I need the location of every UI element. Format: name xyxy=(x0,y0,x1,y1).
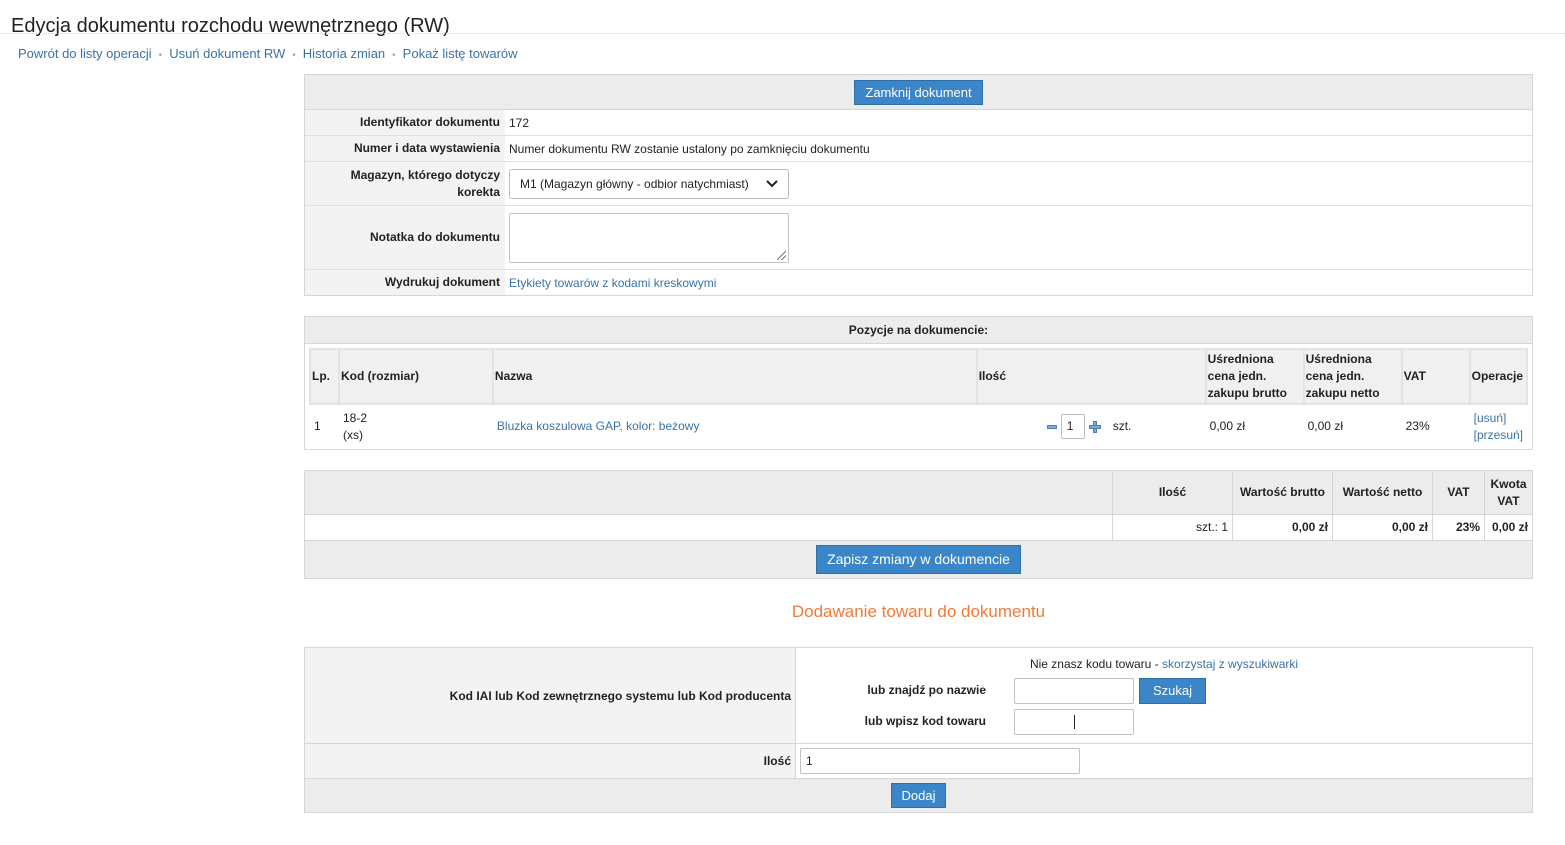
find-by-name-label: lub znajdź po nazwie xyxy=(867,683,986,697)
totals-net-header: Wartość netto xyxy=(1332,471,1432,514)
quantity-stepper: 1 szt. xyxy=(1046,414,1132,439)
col-avg-net: Uśredniona cena jedn. zakupu netto xyxy=(1302,348,1403,405)
document-number-value: Numer dokumentu RW zostanie ustalony po … xyxy=(509,141,870,156)
totals-qty: szt.: 1 xyxy=(1112,515,1232,540)
search-engine-link[interactable]: skorzystaj z wyszukiwarki xyxy=(1162,657,1298,671)
document-number-label: Numer i data wystawienia xyxy=(305,136,505,161)
items-table: Lp. Kod (rozmiar) Nazwa Ilość Uśredniona… xyxy=(309,348,1529,448)
row-lp: 1 xyxy=(314,419,321,433)
close-document-button[interactable]: Zamknij dokument xyxy=(854,80,983,105)
row-vat: 23% xyxy=(1405,419,1430,433)
save-changes-button[interactable]: Zapisz zmiany w dokumencie xyxy=(816,545,1021,574)
plus-icon[interactable] xyxy=(1088,420,1101,433)
print-row: Wydrukuj dokument Etykiety towarów z kod… xyxy=(305,270,1532,295)
col-avg-gross: Uśredniona cena jedn. zakupu brutto xyxy=(1204,348,1305,405)
totals-gross-header: Wartość brutto xyxy=(1232,471,1332,514)
document-id-row: Identyfikator dokumentu 172 xyxy=(305,110,1532,136)
search-button[interactable]: Szukaj xyxy=(1139,678,1206,704)
note-label: Notatka do dokumentu xyxy=(305,206,505,269)
warehouse-label: Magazyn, którego dotyczy korekta xyxy=(305,162,505,205)
col-code: Kod (rozmiar) xyxy=(337,348,494,405)
row-avg-gross: 0,00 zł xyxy=(1209,419,1245,433)
enter-code-label: lub wpisz kod towaru xyxy=(864,714,986,728)
barcode-labels-link[interactable]: Etykiety towarów z kodami kreskowymi xyxy=(509,276,716,290)
page-title: Edycja dokumentu rozchodu wewnętrznego (… xyxy=(11,15,450,38)
row-avg-net: 0,00 zł xyxy=(1307,419,1343,433)
note-row: Notatka do dokumentu xyxy=(305,206,1532,270)
quantity-input[interactable]: 1 xyxy=(1060,414,1085,439)
delete-rw-link[interactable]: Usuń dokument RW xyxy=(169,46,285,61)
totals-vat-amount: 0,00 zł xyxy=(1484,515,1532,540)
move-item-link[interactable]: [przesuń] xyxy=(1474,428,1523,442)
col-operations: Operacje xyxy=(1468,348,1529,405)
add-button[interactable]: Dodaj xyxy=(890,783,947,808)
totals-vat-amount-header: Kwota VAT xyxy=(1484,471,1532,514)
add-qty-input[interactable]: 1 xyxy=(800,748,1080,774)
minus-icon[interactable] xyxy=(1046,424,1057,429)
col-vat: VAT xyxy=(1400,348,1471,405)
back-to-operations-link[interactable]: Powrót do listy operacji xyxy=(18,46,152,61)
document-form-panel: Zamknij dokument Identyfikator dokumentu… xyxy=(304,74,1533,296)
note-textarea[interactable] xyxy=(509,212,789,263)
table-row: 1 18-2 (xs) Bluzka koszulowa GAP, kolor:… xyxy=(310,404,1527,448)
text-cursor xyxy=(1074,715,1075,729)
find-by-name-input[interactable] xyxy=(1014,678,1134,704)
add-product-title: Dodawanie towaru do dokumentu xyxy=(791,602,1046,621)
chevron-down-icon xyxy=(766,179,778,187)
totals-qty-header: Ilość xyxy=(1112,471,1232,514)
row-code: 18-2 xyxy=(342,410,368,425)
product-name-link[interactable]: Bluzka koszulowa GAP, kolor: beżowy xyxy=(497,419,700,433)
title-divider xyxy=(0,33,1565,34)
add-qty-label: Ilość xyxy=(305,744,796,778)
product-code-input[interactable] xyxy=(1014,709,1134,735)
document-number-row: Numer i data wystawienia Numer dokumentu… xyxy=(305,136,1532,162)
warehouse-select-value: M1 (Magazyn główny - odbior natychmiast) xyxy=(520,176,749,191)
resize-grip-icon[interactable] xyxy=(777,250,786,260)
hint-text: Nie znasz kodu towaru - xyxy=(1029,657,1163,671)
row-size: (xs) xyxy=(342,427,363,442)
unit-label: szt. xyxy=(1112,419,1132,433)
warehouse-row: Magazyn, którego dotyczy korekta M1 (Mag… xyxy=(305,162,1532,206)
col-qty: Ilość xyxy=(975,348,1207,405)
add-product-panel: Kod IAI lub Kod zewnętrznego systemu lub… xyxy=(304,647,1533,813)
breadcrumb-nav: Powrót do listy operacji • Usuń dokument R… xyxy=(18,46,518,61)
totals-gross: 0,00 zł xyxy=(1232,515,1332,540)
print-label: Wydrukuj dokument xyxy=(305,270,505,295)
document-items-panel: Pozycje na dokumencie: Lp. Kod (rozmiar)… xyxy=(304,316,1533,450)
col-name: Nazwa xyxy=(491,348,978,405)
totals-vat: 23% xyxy=(1432,515,1484,540)
delete-item-link[interactable]: [usuń] xyxy=(1474,411,1507,425)
document-id-value: 172 xyxy=(509,115,530,130)
totals-net: 0,00 zł xyxy=(1332,515,1432,540)
items-title: Pozycje na dokumencie: xyxy=(305,317,1532,344)
totals-vat-header: VAT xyxy=(1432,471,1484,514)
product-code-label: Kod IAI lub Kod zewnętrznego systemu lub… xyxy=(305,648,796,743)
col-lp: Lp. xyxy=(309,348,340,405)
show-products-link[interactable]: Pokaż listę towarów xyxy=(403,46,518,61)
totals-panel: Ilość Wartość brutto Wartość netto VAT K… xyxy=(304,470,1533,579)
document-id-label: Identyfikator dokumentu xyxy=(305,110,505,135)
history-link[interactable]: Historia zmian xyxy=(303,46,385,61)
warehouse-select[interactable]: M1 (Magazyn główny - odbior natychmiast) xyxy=(509,168,789,199)
